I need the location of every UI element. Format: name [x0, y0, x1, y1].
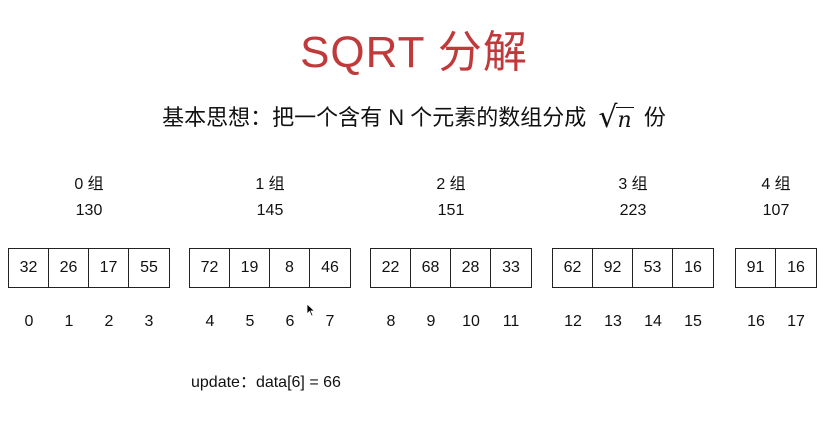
array-cell: 28: [451, 249, 491, 287]
array-index: 5: [245, 313, 255, 330]
group-label: 4 组: [761, 176, 791, 193]
array-index: 2: [104, 313, 114, 330]
update-text: update：data[6] = 66: [191, 374, 341, 391]
group-array-box: 72 19 8 46: [189, 248, 351, 288]
array-index: 0: [24, 313, 34, 330]
array-index: 10: [462, 313, 480, 330]
array-cell: 16: [787, 259, 805, 276]
group-label: 1 组: [255, 176, 285, 193]
group-array-box: 91 16: [735, 248, 817, 288]
group-label: 3 组: [618, 176, 648, 193]
group-sum: 223: [619, 202, 647, 219]
mouse-cursor-icon: [306, 303, 316, 317]
array-cell: 16: [684, 259, 702, 276]
array-cell: 26: [49, 249, 89, 287]
array-cell: 53: [633, 249, 673, 287]
group-sum: 107: [762, 202, 790, 219]
array-index: 7: [325, 313, 335, 330]
array-index: 17: [787, 313, 805, 330]
array-cell: 33: [502, 259, 520, 276]
array-index: 12: [564, 313, 582, 330]
group-array-box: 32 26 17 55: [8, 248, 170, 288]
subtitle-prefix: 基本思想：把一个含有 N 个元素的数组分成: [162, 105, 587, 130]
array-cell: 17: [89, 249, 129, 287]
array-index: 6: [285, 313, 295, 330]
array-index: 3: [144, 313, 154, 330]
array-cell: 55: [140, 259, 158, 276]
array-index: 9: [426, 313, 436, 330]
array-cell: 22: [371, 249, 411, 287]
array-cell: 46: [321, 259, 339, 276]
array-index: 11: [502, 313, 520, 330]
array-cell: 62: [553, 249, 593, 287]
group-array-box: 22 68 28 33: [370, 248, 532, 288]
array-index: 14: [644, 313, 662, 330]
array-index: 13: [604, 313, 622, 330]
group-sum: 151: [437, 202, 465, 219]
array-index: 4: [205, 313, 215, 330]
array-cell: 8: [270, 249, 310, 287]
group-array-box: 62 92 53 16: [552, 248, 714, 288]
array-cell: 68: [411, 249, 451, 287]
array-cell: 91: [736, 249, 776, 287]
array-cell: 72: [190, 249, 230, 287]
subtitle-suffix: 份: [643, 105, 666, 130]
group-label: 2 组: [436, 176, 466, 193]
array-index: 16: [747, 313, 765, 330]
array-cell: 32: [9, 249, 49, 287]
sqrt-radicand: n: [615, 107, 634, 133]
group-sum: 145: [256, 202, 284, 219]
array-index: 8: [386, 313, 396, 330]
group-sum: 130: [75, 202, 103, 219]
group-label: 0 组: [74, 176, 104, 193]
array-cell: 19: [230, 249, 270, 287]
array-index: 15: [684, 313, 702, 330]
array-index: 1: [64, 313, 74, 330]
page-title: SQRT 分解: [300, 28, 528, 77]
array-cell: 92: [593, 249, 633, 287]
subtitle: 基本思想：把一个含有 N 个元素的数组分成 √n 份: [0, 100, 828, 133]
sqrt-symbol: √n: [598, 100, 634, 135]
